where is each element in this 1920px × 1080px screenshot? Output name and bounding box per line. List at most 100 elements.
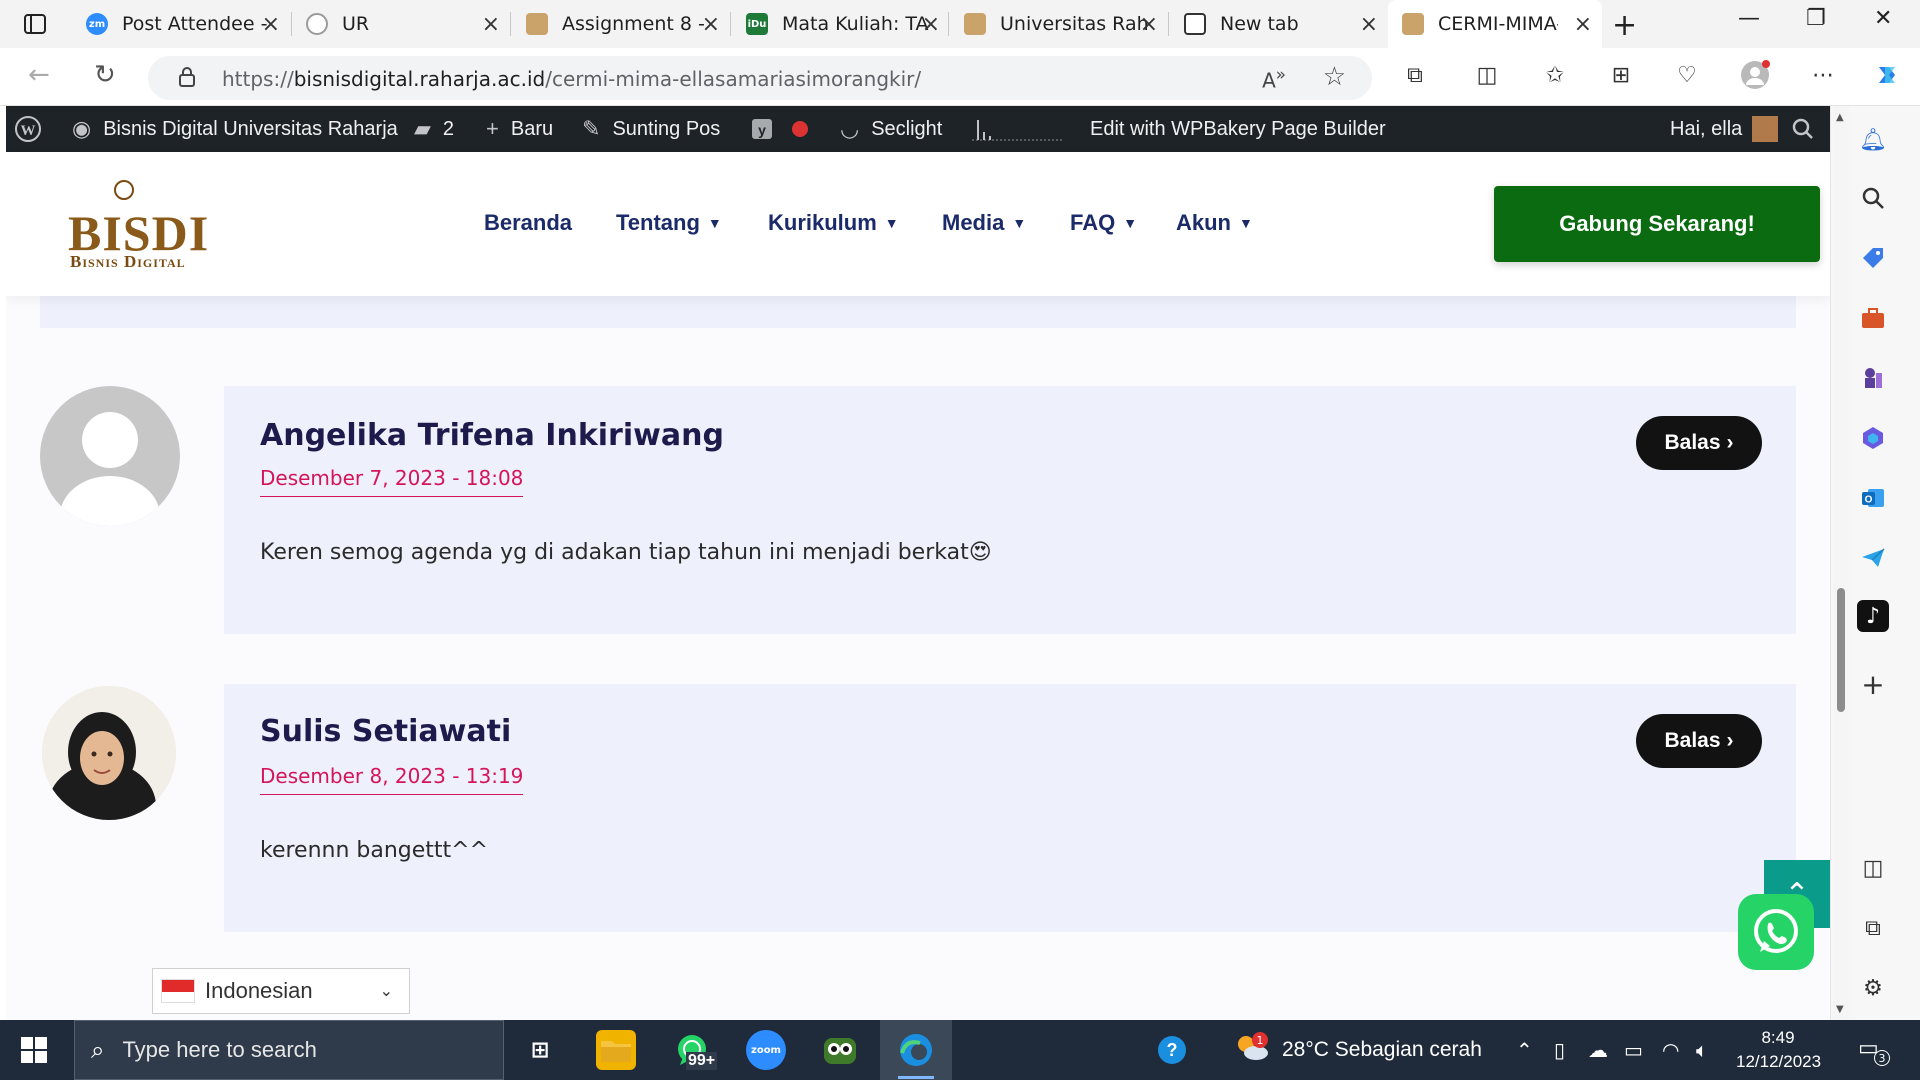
tab-label: Post Attendee - <box>122 13 268 35</box>
bisdi-logo[interactable]: BISDI Bisnis Digital <box>68 180 208 271</box>
tiktok-icon[interactable]: ♪ <box>1857 600 1889 632</box>
nav-item-akun[interactable]: Akun ▼ <box>1176 208 1253 238</box>
device-icon[interactable]: ▯ <box>1554 1038 1565 1062</box>
lock-icon[interactable] <box>178 66 196 92</box>
scrollbar-thumb[interactable] <box>1837 588 1845 712</box>
games-chess-icon[interactable] <box>1857 362 1889 394</box>
browser-tab[interactable]: Universitas Rah × <box>950 6 1168 42</box>
extensions-icon[interactable]: ⧉ <box>1400 60 1430 90</box>
restore-icon[interactable]: ❐ <box>1806 6 1826 31</box>
owl-app-icon[interactable] <box>820 1030 860 1070</box>
language-selector[interactable]: Indonesian ⌄ <box>152 968 410 1014</box>
browser-tab[interactable]: zm Post Attendee - × <box>72 6 290 42</box>
close-tab-icon[interactable]: × <box>1360 12 1378 37</box>
admin-edit-post-link[interactable]: ✎ Sunting Pos <box>582 106 720 152</box>
battery-icon[interactable]: ▭ <box>1624 1038 1643 1062</box>
nav-item-beranda[interactable]: Beranda <box>484 208 572 238</box>
zoom-taskbar-icon[interactable]: zoom <box>746 1030 786 1070</box>
help-icon[interactable]: ? <box>1156 1034 1188 1071</box>
stats-sparkline-icon[interactable] <box>970 106 1066 152</box>
nav-item-kurikulum[interactable]: Kurikulum ▼ <box>768 208 899 238</box>
comment-date-link[interactable]: Desember 7, 2023 - 18:08 <box>260 466 524 497</box>
admin-search-icon[interactable] <box>1792 106 1814 152</box>
favorites-icon[interactable]: ✩ <box>1540 60 1570 90</box>
reply-button[interactable]: Balas › <box>1636 714 1762 768</box>
microsoft-365-icon[interactable] <box>1857 422 1889 454</box>
scroll-down-arrow-icon[interactable]: ▼ <box>1836 1004 1844 1015</box>
scroll-up-arrow-icon[interactable]: ▲ <box>1836 112 1844 123</box>
nav-item-media[interactable]: Media ▼ <box>942 208 1026 238</box>
yoast-seo-icon[interactable]: y <box>750 106 778 152</box>
close-tab-icon[interactable]: × <box>482 12 500 37</box>
zoom-label: zoom <box>751 1044 781 1056</box>
back-icon[interactable]: ← <box>28 60 50 90</box>
nav-label: Media <box>942 210 1005 235</box>
onedrive-cloud-icon[interactable]: ☁ <box>1588 1038 1608 1062</box>
close-tab-icon[interactable]: × <box>1140 12 1158 37</box>
system-clock[interactable]: 8:49 12/12/2023 <box>1736 1026 1821 1074</box>
chevron-right-icon: › <box>1726 431 1734 454</box>
more-options-icon[interactable]: ⋯ <box>1808 60 1838 90</box>
tab-actions-menu-icon[interactable] <box>20 10 50 38</box>
open-external-icon[interactable]: ⧉ <box>1857 912 1889 944</box>
hide-sidebar-icon[interactable]: ◫ <box>1857 852 1889 884</box>
notifications-bell-icon[interactable]: 🔔︎ <box>1857 124 1889 156</box>
admin-account-menu[interactable]: Hai, ella <box>1670 106 1779 152</box>
close-tab-icon[interactable]: × <box>702 12 720 37</box>
close-window-icon[interactable]: ✕ <box>1874 6 1892 31</box>
copilot-icon[interactable] <box>1872 60 1902 90</box>
show-hidden-icons-chevron-icon[interactable]: ⌃ <box>1516 1038 1533 1062</box>
page-scrollbar[interactable]: ▲ ▼ <box>1833 106 1849 1020</box>
file-explorer-icon[interactable] <box>596 1030 636 1070</box>
browser-essentials-icon[interactable]: ♡ <box>1672 60 1702 90</box>
admin-site-name-link[interactable]: ◉ Bisnis Digital Universitas Raharja <box>72 106 398 152</box>
wifi-icon[interactable]: ◠ <box>1662 1038 1679 1062</box>
volume-icon[interactable]: 🔈︎ <box>1696 1038 1708 1062</box>
comment-date-link[interactable]: Desember 8, 2023 - 13:19 <box>260 764 524 795</box>
join-now-button[interactable]: Gabung Sekarang! <box>1494 186 1820 262</box>
admin-new-link[interactable]: + Baru <box>486 106 553 152</box>
send-telegram-icon[interactable] <box>1857 542 1889 574</box>
reply-button[interactable]: Balas › <box>1636 416 1762 470</box>
favorite-star-icon[interactable]: ☆ <box>1323 62 1346 92</box>
shopping-tag-icon[interactable] <box>1857 242 1889 274</box>
windows-start-icon[interactable] <box>20 1036 48 1068</box>
svg-text:O: O <box>1865 495 1873 506</box>
edge-browser-icon[interactable] <box>896 1030 936 1070</box>
browser-tab[interactable]: UR × <box>292 6 510 42</box>
admin-seclight-link[interactable]: ◡ Seclight <box>840 106 942 152</box>
browser-tab[interactable]: New tab × <box>1170 6 1388 42</box>
search-icon[interactable] <box>1857 182 1889 214</box>
wordpress-logo-icon[interactable]: W <box>14 106 42 152</box>
admin-wpbakery-link[interactable]: Edit with WPBakery Page Builder <box>1090 106 1386 152</box>
tab-label: UR <box>342 13 370 35</box>
wpbakery-label: Edit with WPBakery Page Builder <box>1090 117 1386 140</box>
new-tab-button[interactable]: + <box>1612 8 1637 43</box>
close-tab-icon[interactable]: × <box>1574 12 1592 37</box>
split-screen-icon[interactable]: ◫ <box>1472 60 1502 90</box>
refresh-icon[interactable]: ↻ <box>94 60 116 90</box>
taskbar-search-box[interactable]: ⌕ Type here to search <box>74 1020 504 1080</box>
whatsapp-chat-button[interactable] <box>1738 894 1814 970</box>
close-tab-icon[interactable]: × <box>922 12 940 37</box>
notification-count-badge: 3 <box>1874 1050 1890 1066</box>
task-view-icon[interactable]: ⊞ <box>520 1030 560 1070</box>
close-tab-icon[interactable]: × <box>262 12 280 37</box>
collections-icon[interactable]: ⊞ <box>1606 60 1636 90</box>
outlook-icon[interactable]: O <box>1857 482 1889 514</box>
read-aloud-icon[interactable]: A» <box>1262 65 1286 93</box>
nav-item-tentang[interactable]: Tentang ▼ <box>616 208 722 238</box>
address-bar[interactable]: https://bisnisdigital.raharja.ac.id/cerm… <box>148 56 1372 100</box>
browser-tab[interactable]: iDu Mata Kuliah: TA × <box>732 6 950 42</box>
weather-widget[interactable]: 28°C Sebagian cerah <box>1234 1020 1482 1080</box>
browser-tab[interactable]: Assignment 8 - × <box>512 6 730 42</box>
admin-comments-link[interactable]: ▰ 2 <box>414 106 454 152</box>
minimize-icon[interactable]: — <box>1738 6 1760 31</box>
clock-time: 8:49 <box>1761 1028 1795 1047</box>
nav-item-faq[interactable]: FAQ ▼ <box>1070 208 1137 238</box>
profile-avatar-icon[interactable] <box>1740 60 1770 90</box>
browser-tab-active[interactable]: CERMI-MIMA-E × <box>1388 0 1602 48</box>
settings-gear-icon[interactable]: ⚙ <box>1857 972 1889 1004</box>
tools-briefcase-icon[interactable] <box>1857 302 1889 334</box>
add-sidebar-app-icon[interactable]: + <box>1857 668 1889 701</box>
